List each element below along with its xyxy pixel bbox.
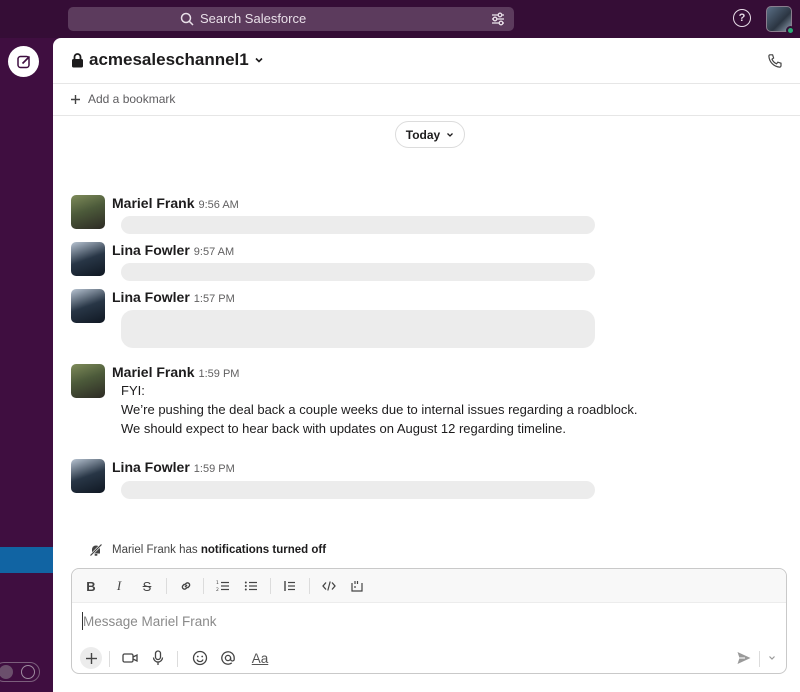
lock-icon xyxy=(72,52,83,67)
filter-icon[interactable] xyxy=(490,11,506,27)
bulleted-list-button[interactable] xyxy=(242,577,260,595)
notifications-notice: Mariel Frank has notifications turned of… xyxy=(89,543,326,557)
message-time[interactable]: 9:57 AM xyxy=(194,246,234,258)
date-divider-label: Today xyxy=(405,127,441,142)
schedule-send-button[interactable] xyxy=(763,647,781,669)
link-icon xyxy=(181,582,191,590)
message-composer: B I S 12 Message Mariel Frank Aa xyxy=(71,568,787,674)
presence-indicator xyxy=(786,26,795,35)
strikethrough-button[interactable]: S xyxy=(138,577,156,595)
date-divider[interactable]: Today xyxy=(395,121,465,148)
bold-button[interactable]: B xyxy=(82,577,100,595)
message-input[interactable]: Message Mariel Frank xyxy=(83,614,217,629)
mention-button[interactable] xyxy=(217,647,239,669)
channel-header: acmesaleschannel1 xyxy=(53,38,800,84)
text-format-button[interactable]: Aa xyxy=(247,647,273,669)
redacted-message-text xyxy=(121,216,595,234)
notice-connector: has xyxy=(175,544,201,556)
compose-button[interactable] xyxy=(8,46,39,77)
avatar[interactable] xyxy=(71,289,105,323)
ordered-list-icon: 12 xyxy=(216,580,229,593)
bell-off-icon xyxy=(89,543,103,557)
toolbar-divider xyxy=(759,651,760,667)
composer-actions: Aa xyxy=(72,643,786,673)
send-button[interactable] xyxy=(733,647,755,669)
avatar[interactable] xyxy=(71,195,105,229)
top-bar: Search Salesforce ? xyxy=(0,0,800,38)
blockquote-button[interactable] xyxy=(281,577,299,595)
message-time[interactable]: 1:59 PM xyxy=(198,368,239,380)
channel-title[interactable]: acmesaleschannel1 xyxy=(71,50,264,70)
sender-name[interactable]: Mariel Frank xyxy=(112,364,194,380)
microphone-icon xyxy=(152,650,164,665)
sender-name[interactable]: Mariel Frank xyxy=(112,195,194,211)
message-text: FYI: We’re pushing the deal back a coupl… xyxy=(121,381,637,438)
message-line: FYI: xyxy=(121,383,145,398)
video-clip-button[interactable] xyxy=(119,647,141,669)
ordered-list-button[interactable]: 12 xyxy=(214,577,232,595)
send-icon xyxy=(737,652,751,664)
redacted-message-text xyxy=(121,310,595,348)
toolbar-divider xyxy=(203,578,204,594)
svg-text:2: 2 xyxy=(216,587,219,593)
sidebar-active-item[interactable] xyxy=(0,547,53,573)
toolbar-divider xyxy=(309,578,310,594)
toolbar-divider xyxy=(270,578,271,594)
bookmarks-bar: Add a bookmark xyxy=(53,84,800,116)
link-button[interactable] xyxy=(177,577,195,595)
attach-button[interactable] xyxy=(80,647,102,669)
avatar[interactable] xyxy=(71,364,105,398)
add-bookmark-label: Add a bookmark xyxy=(88,92,176,106)
emoji-icon xyxy=(192,650,208,666)
chevron-down-icon xyxy=(447,132,454,137)
audio-clip-button[interactable] xyxy=(147,647,169,669)
add-bookmark-button[interactable]: Add a bookmark xyxy=(71,92,175,106)
code-icon xyxy=(322,581,336,591)
code-block-icon xyxy=(351,581,363,592)
svg-text:1: 1 xyxy=(216,580,219,586)
plus-icon xyxy=(85,652,97,664)
channel-view: acmesaleschannel1 Add a bookmark Today M… xyxy=(53,38,800,692)
phone-icon[interactable] xyxy=(767,53,783,69)
notice-status: notifications turned off xyxy=(200,544,327,556)
toolbar-divider xyxy=(177,651,178,667)
message-line: We’re pushing the deal back a couple wee… xyxy=(121,402,638,417)
bulleted-list-icon xyxy=(244,581,257,591)
chevron-down-icon xyxy=(769,656,775,660)
at-sign-icon xyxy=(221,651,235,665)
italic-button[interactable]: I xyxy=(110,577,128,595)
formatting-toolbar: B I S 12 xyxy=(72,569,786,603)
code-button[interactable] xyxy=(320,577,338,595)
notice-user-name: Mariel Frank xyxy=(112,544,176,556)
avatar[interactable] xyxy=(71,242,105,276)
message-time[interactable]: 1:57 PM xyxy=(194,293,235,305)
toolbar-divider xyxy=(166,578,167,594)
sender-name[interactable]: Lina Fowler xyxy=(112,459,190,475)
toolbar-divider xyxy=(109,651,110,667)
compose-icon xyxy=(16,55,30,68)
sender-name[interactable]: Lina Fowler xyxy=(112,289,190,305)
toggle-knob xyxy=(0,665,13,679)
sender-name[interactable]: Lina Fowler xyxy=(112,242,190,258)
avatar[interactable] xyxy=(71,459,105,493)
video-camera-icon xyxy=(122,653,138,663)
search-bar[interactable]: Search Salesforce xyxy=(68,7,514,31)
search-placeholder: Search Salesforce xyxy=(200,11,307,26)
plus-icon xyxy=(71,94,80,104)
headphones-icon xyxy=(21,665,35,679)
blockquote-icon xyxy=(284,581,295,591)
message-time[interactable]: 1:59 PM xyxy=(194,463,235,475)
code-block-button[interactable] xyxy=(348,577,366,595)
huddle-toggle[interactable] xyxy=(0,662,40,682)
chevron-down-icon xyxy=(255,57,263,63)
message-time[interactable]: 9:56 AM xyxy=(198,199,238,211)
redacted-message-text xyxy=(121,481,595,499)
emoji-button[interactable] xyxy=(189,647,211,669)
message-line: We should expect to hear back with updat… xyxy=(121,421,566,436)
help-icon[interactable]: ? xyxy=(733,9,751,27)
search-icon xyxy=(180,12,194,26)
redacted-message-text xyxy=(121,263,595,281)
channel-name: acmesaleschannel1 xyxy=(89,50,249,69)
sidebar xyxy=(0,38,53,692)
